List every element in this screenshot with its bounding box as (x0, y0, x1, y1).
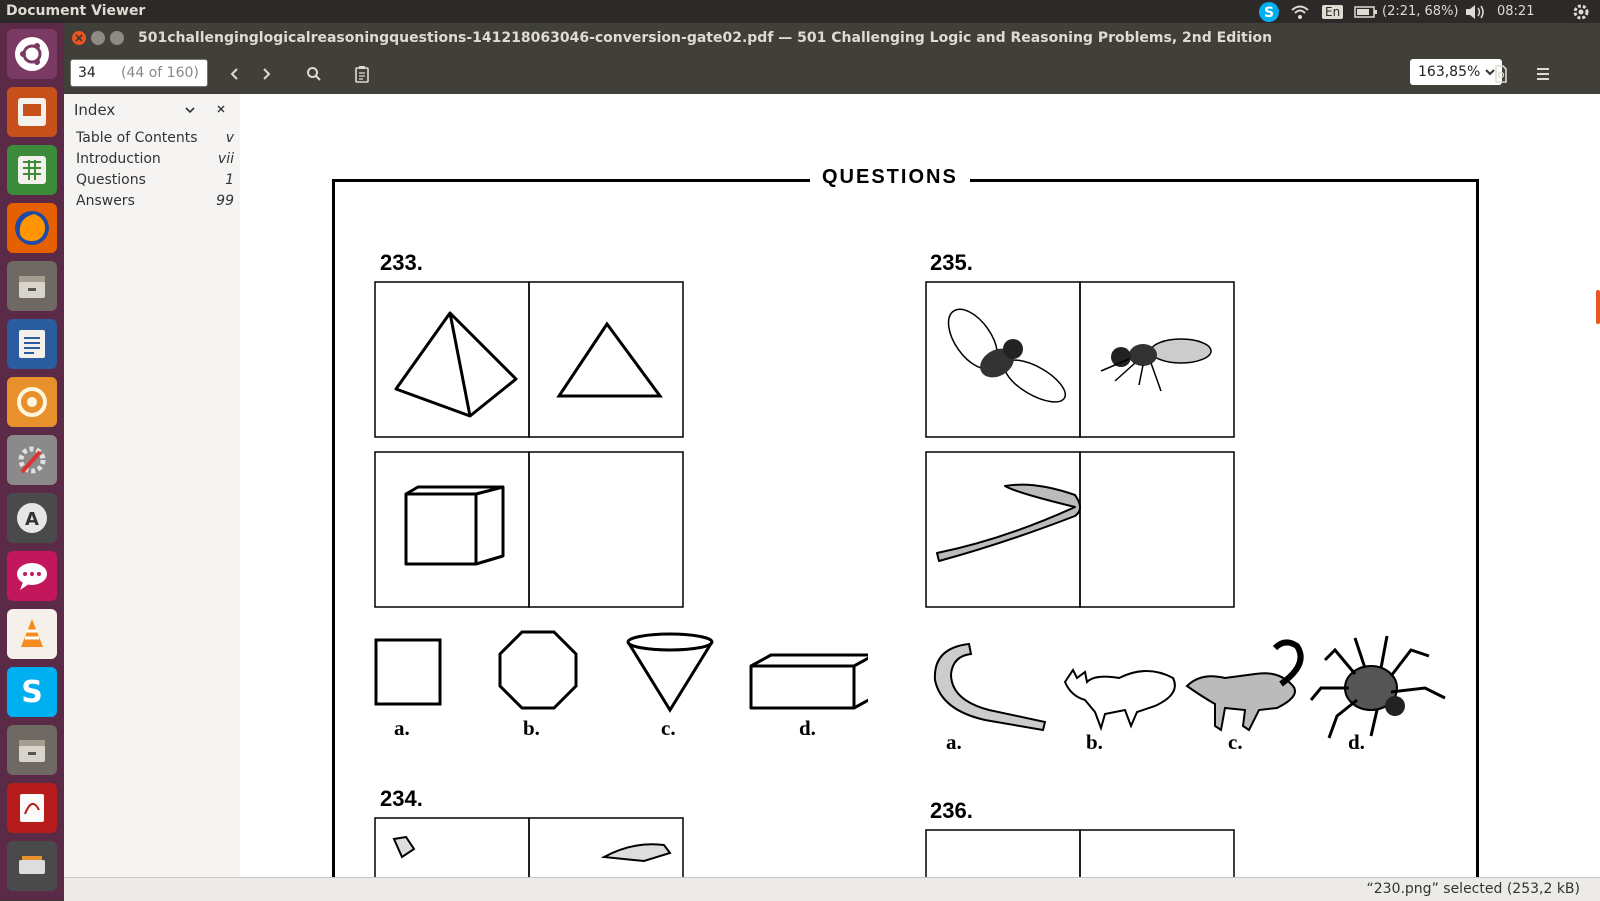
document-viewer-icon[interactable] (7, 783, 57, 833)
chevron-right-icon (263, 68, 271, 80)
snake-illustration (936, 483, 1081, 562)
question-number: 234. (380, 786, 423, 811)
minimize-button[interactable] (91, 31, 105, 45)
previous-page-button[interactable] (220, 59, 250, 89)
document-icon (1495, 65, 1507, 83)
status-text: “230.png” selected (253,2 kB) (1366, 881, 1581, 897)
skype-tray-icon[interactable]: S (1258, 0, 1280, 23)
sidebar-header: Index (64, 94, 240, 124)
search-button[interactable] (299, 59, 329, 89)
window-titlebar: 501challenginglogicalreasoningquestions-… (64, 23, 1600, 54)
battery-indicator[interactable]: (2:21, 68%) (1354, 0, 1459, 23)
question-number: 235. (930, 250, 973, 275)
status-bar: “230.png” selected (253,2 kB) (64, 877, 1600, 901)
option-label-d: d. (1348, 730, 1365, 754)
shotwell-icon[interactable] (7, 377, 57, 427)
question-number: 236. (930, 798, 973, 823)
question-236-figure-grid (925, 829, 1235, 877)
index-item-introduction[interactable]: Introduction vii (76, 151, 234, 171)
option-label-c: c. (661, 716, 676, 740)
page-number-entry[interactable]: 34 (44 of 160) (70, 59, 208, 87)
system-settings-icon[interactable] (7, 435, 57, 485)
question-235-answer-options (933, 635, 1446, 739)
option-label-a: a. (394, 716, 410, 740)
software-updater-icon[interactable]: A (7, 493, 57, 543)
question-234-figure-grid (374, 817, 684, 877)
option-label-b: b. (1086, 730, 1103, 754)
chat-client-icon[interactable] (7, 551, 57, 601)
firefox-icon[interactable] (7, 203, 57, 253)
option-label-b: b. (523, 716, 540, 740)
vlc-icon[interactable] (7, 609, 57, 659)
svg-text:A: A (25, 509, 39, 530)
skype-icon[interactable]: S (7, 667, 57, 717)
close-button[interactable] (72, 31, 86, 45)
battery-icon (1354, 5, 1377, 18)
next-page-button[interactable] (251, 59, 281, 89)
launcher: A S (0, 23, 64, 900)
top-panel: Document Viewer S En (2:21, 68%) 08:21 (0, 0, 1600, 23)
zoom-value: 163,85% (1418, 64, 1481, 80)
cat-illustration (1063, 668, 1176, 732)
page-total: (44 of 160) (121, 65, 199, 81)
option-label-a: a. (946, 730, 962, 754)
close-icon (75, 34, 83, 42)
ant-illustration (1100, 338, 1212, 392)
worm-illustration (933, 642, 1047, 732)
search-icon (307, 67, 321, 81)
clipboard-icon (355, 66, 369, 83)
lizard-illustration (1185, 639, 1304, 732)
question-233-answer-options (374, 630, 868, 713)
index-item-table-of-contents[interactable]: Table of Contents v (76, 130, 234, 150)
volume-icon[interactable] (1464, 0, 1486, 23)
close-sidebar-icon[interactable] (216, 104, 226, 114)
chevron-left-icon (230, 68, 238, 80)
calc-icon[interactable] (7, 145, 57, 195)
scanner-icon[interactable] (7, 841, 57, 891)
files-2-icon[interactable] (7, 725, 57, 775)
index-sidebar: Index Table of Contents v Introduction vii… (64, 94, 241, 877)
menu-button[interactable] (1528, 59, 1558, 89)
document-properties-button[interactable] (1486, 59, 1516, 89)
window-title: 501challenginglogicalreasoningquestions-… (138, 30, 1273, 46)
keyboard-layout-indicator[interactable]: En (1322, 0, 1344, 23)
writer-icon[interactable] (7, 319, 57, 369)
question-number: 233. (380, 250, 423, 275)
spider-illustration (1309, 635, 1446, 739)
page-current[interactable]: 34 (78, 65, 96, 81)
sidebar-title[interactable]: Index (74, 101, 115, 119)
impress-icon[interactable] (7, 87, 57, 137)
maximize-button[interactable] (110, 31, 124, 45)
document-view[interactable]: QUESTIONS 233. a. b. c. d. 235. a. b. c.… (240, 94, 1600, 877)
ubuntu-dash-icon[interactable] (7, 29, 57, 79)
index-item-answers[interactable]: Answers 99 (76, 193, 234, 213)
app-name: Document Viewer (6, 3, 146, 19)
question-233-figure-grid (374, 281, 684, 608)
annotations-button[interactable] (347, 59, 377, 89)
scroll-indicator[interactable] (1596, 290, 1600, 324)
wifi-icon[interactable] (1290, 0, 1310, 23)
option-label-d: d. (799, 716, 816, 740)
battery-text: (2:21, 68%) (1382, 4, 1459, 19)
chevron-down-icon[interactable] (184, 104, 196, 116)
question-235-figure-grid (925, 281, 1235, 608)
toolbar: 34 (44 of 160) 163,85% (64, 54, 1600, 94)
fly-illustration (947, 308, 1067, 403)
option-label-c: c. (1228, 730, 1243, 754)
hamburger-menu-icon (1537, 68, 1549, 80)
svg-text:S: S (1264, 5, 1274, 21)
index-item-questions[interactable]: Questions 1 (76, 172, 234, 192)
settings-gear-icon[interactable] (1572, 0, 1590, 23)
files-icon[interactable] (7, 261, 57, 311)
clock[interactable]: 08:21 (1497, 0, 1534, 23)
section-heading: QUESTIONS (810, 166, 970, 189)
